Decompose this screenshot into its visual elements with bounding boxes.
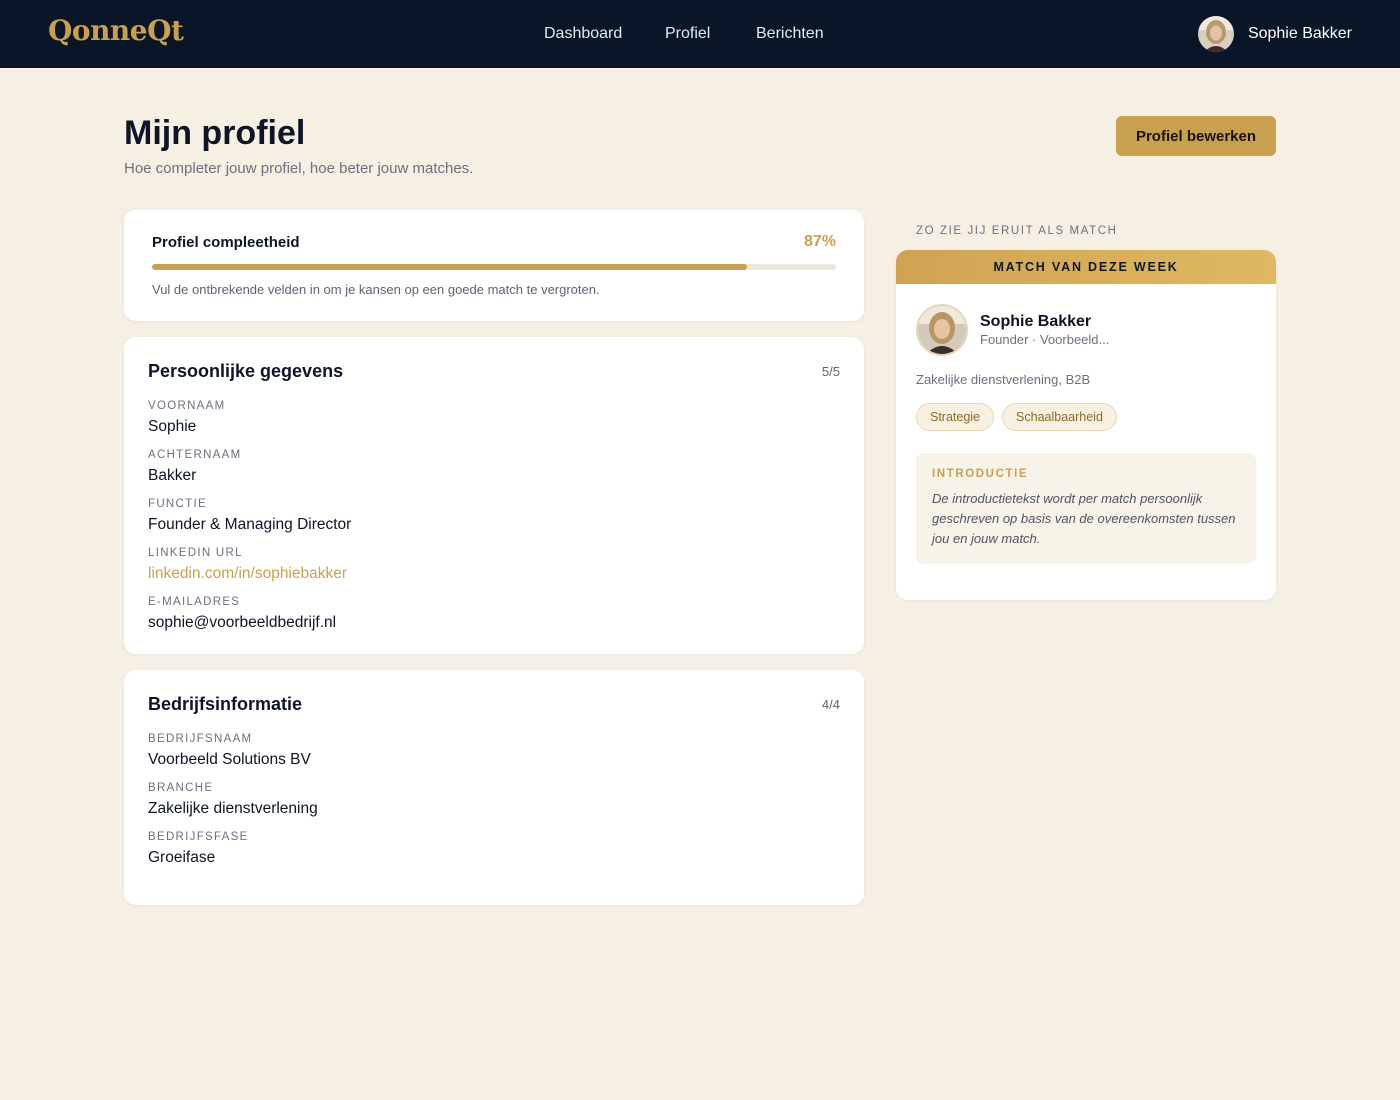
completeness-progress-bar bbox=[152, 264, 836, 270]
nav-link-berichten[interactable]: Berichten bbox=[756, 25, 824, 43]
match-banner: MATCH VAN DEZE WEEK bbox=[896, 250, 1276, 284]
field-value: Groeifase bbox=[148, 849, 216, 866]
field-linkedin: LinkedIn URL linkedin.com/in/sophiebakke… bbox=[148, 546, 351, 595]
field-label: Functie bbox=[148, 498, 207, 510]
field-value: Sophie bbox=[148, 418, 197, 435]
linkedin-link[interactable]: linkedin.com/in/sophiebakker bbox=[148, 564, 351, 583]
field-first-name: Voornaam Sophie bbox=[148, 399, 351, 448]
field-label: Achternaam bbox=[148, 449, 242, 461]
field-label: LinkedIn URL bbox=[148, 547, 243, 559]
field-company-stage: Bedrijfsfase Groeifase bbox=[148, 830, 318, 879]
field-industry: Branche Zakelijke dienstverlening bbox=[148, 781, 318, 830]
field-value: Bakker bbox=[148, 467, 197, 484]
section-count-company: 4/4 bbox=[821, 697, 840, 712]
field-label: Branche bbox=[148, 782, 214, 794]
field-email: E-mailadres sophie@voorbeeldbedrijf.nl bbox=[148, 595, 351, 644]
edit-profile-button[interactable]: Profiel bewerken bbox=[1116, 116, 1276, 156]
personal-details-card: Persoonlijke gegevens 5/5 Voornaam Sophi… bbox=[124, 337, 864, 654]
user-name: Sophie Bakker bbox=[1247, 25, 1352, 42]
page-title: Mijn profiel bbox=[124, 114, 306, 152]
match-role: Founder · Voorbeeld... bbox=[980, 332, 1110, 347]
section-title-company: Bedrijfsinformatie bbox=[148, 694, 303, 714]
nav-link-dashboard[interactable]: Dashboard bbox=[544, 25, 622, 43]
field-last-name: Achternaam Bakker bbox=[148, 448, 351, 497]
introduction-box: INTRODUCTIE De introductietekst wordt pe… bbox=[916, 453, 1256, 564]
match-preview-caption: ZO ZIE JIJ ERUIT ALS MATCH bbox=[916, 225, 1118, 237]
match-name: Sophie Bakker bbox=[980, 313, 1092, 330]
section-title-personal: Persoonlijke gegevens bbox=[148, 361, 344, 381]
user-avatar bbox=[1197, 16, 1234, 52]
field-value: sophie@voorbeeldbedrijf.nl bbox=[148, 614, 337, 631]
field-value: Zakelijke dienstverlening bbox=[148, 800, 318, 817]
completeness-title: Profiel compleetheid bbox=[152, 234, 300, 251]
field-label: Bedrijfsnaam bbox=[148, 733, 253, 745]
tag-schaalbaarheid: Schaalbaarheid bbox=[1002, 403, 1117, 431]
company-info-card: Bedrijfsinformatie 4/4 Bedrijfsnaam Voor… bbox=[124, 670, 864, 905]
nav-link-profiel[interactable]: Profiel bbox=[665, 25, 710, 43]
completeness-hint: Vul de ontbrekende velden in om je kanse… bbox=[152, 282, 600, 297]
page-subtitle: Hoe completer jouw profiel, hoe beter jo… bbox=[124, 160, 474, 177]
tag-strategie: Strategie bbox=[916, 403, 995, 431]
match-sector: Zakelijke dienstverlening, B2B bbox=[916, 372, 1091, 387]
field-job-title: Functie Founder & Managing Director bbox=[148, 497, 351, 546]
introduction-text: De introductietekst wordt per match pers… bbox=[932, 491, 1236, 546]
section-count-personal: 5/5 bbox=[821, 364, 840, 379]
field-value: Founder & Managing Director bbox=[148, 516, 352, 533]
match-tags: Strategie Schaalbaarheid bbox=[916, 403, 1117, 431]
completeness-progress-fill bbox=[152, 264, 748, 270]
field-label: Bedrijfsfase bbox=[148, 831, 249, 843]
user-menu[interactable]: Sophie Bakker bbox=[1197, 16, 1352, 52]
field-label: Voornaam bbox=[148, 400, 226, 412]
field-label: E-mailadres bbox=[148, 596, 241, 608]
logo[interactable]: QonneQt bbox=[48, 14, 184, 47]
profile-completeness-card: Profiel compleetheid 87% Vul de ontbreke… bbox=[124, 210, 864, 321]
field-value: Voorbeeld Solutions BV bbox=[148, 751, 311, 768]
match-avatar bbox=[916, 304, 968, 356]
completeness-percentage: 87% bbox=[803, 233, 836, 250]
introduction-label: INTRODUCTIE bbox=[932, 468, 1029, 480]
top-navbar: QonneQt Dashboard Profiel Berichten Soph… bbox=[0, 0, 1400, 68]
field-company-name: Bedrijfsnaam Voorbeeld Solutions BV bbox=[148, 732, 318, 781]
match-preview-card: MATCH VAN DEZE WEEK Sophie Bakker Founde… bbox=[896, 250, 1276, 600]
